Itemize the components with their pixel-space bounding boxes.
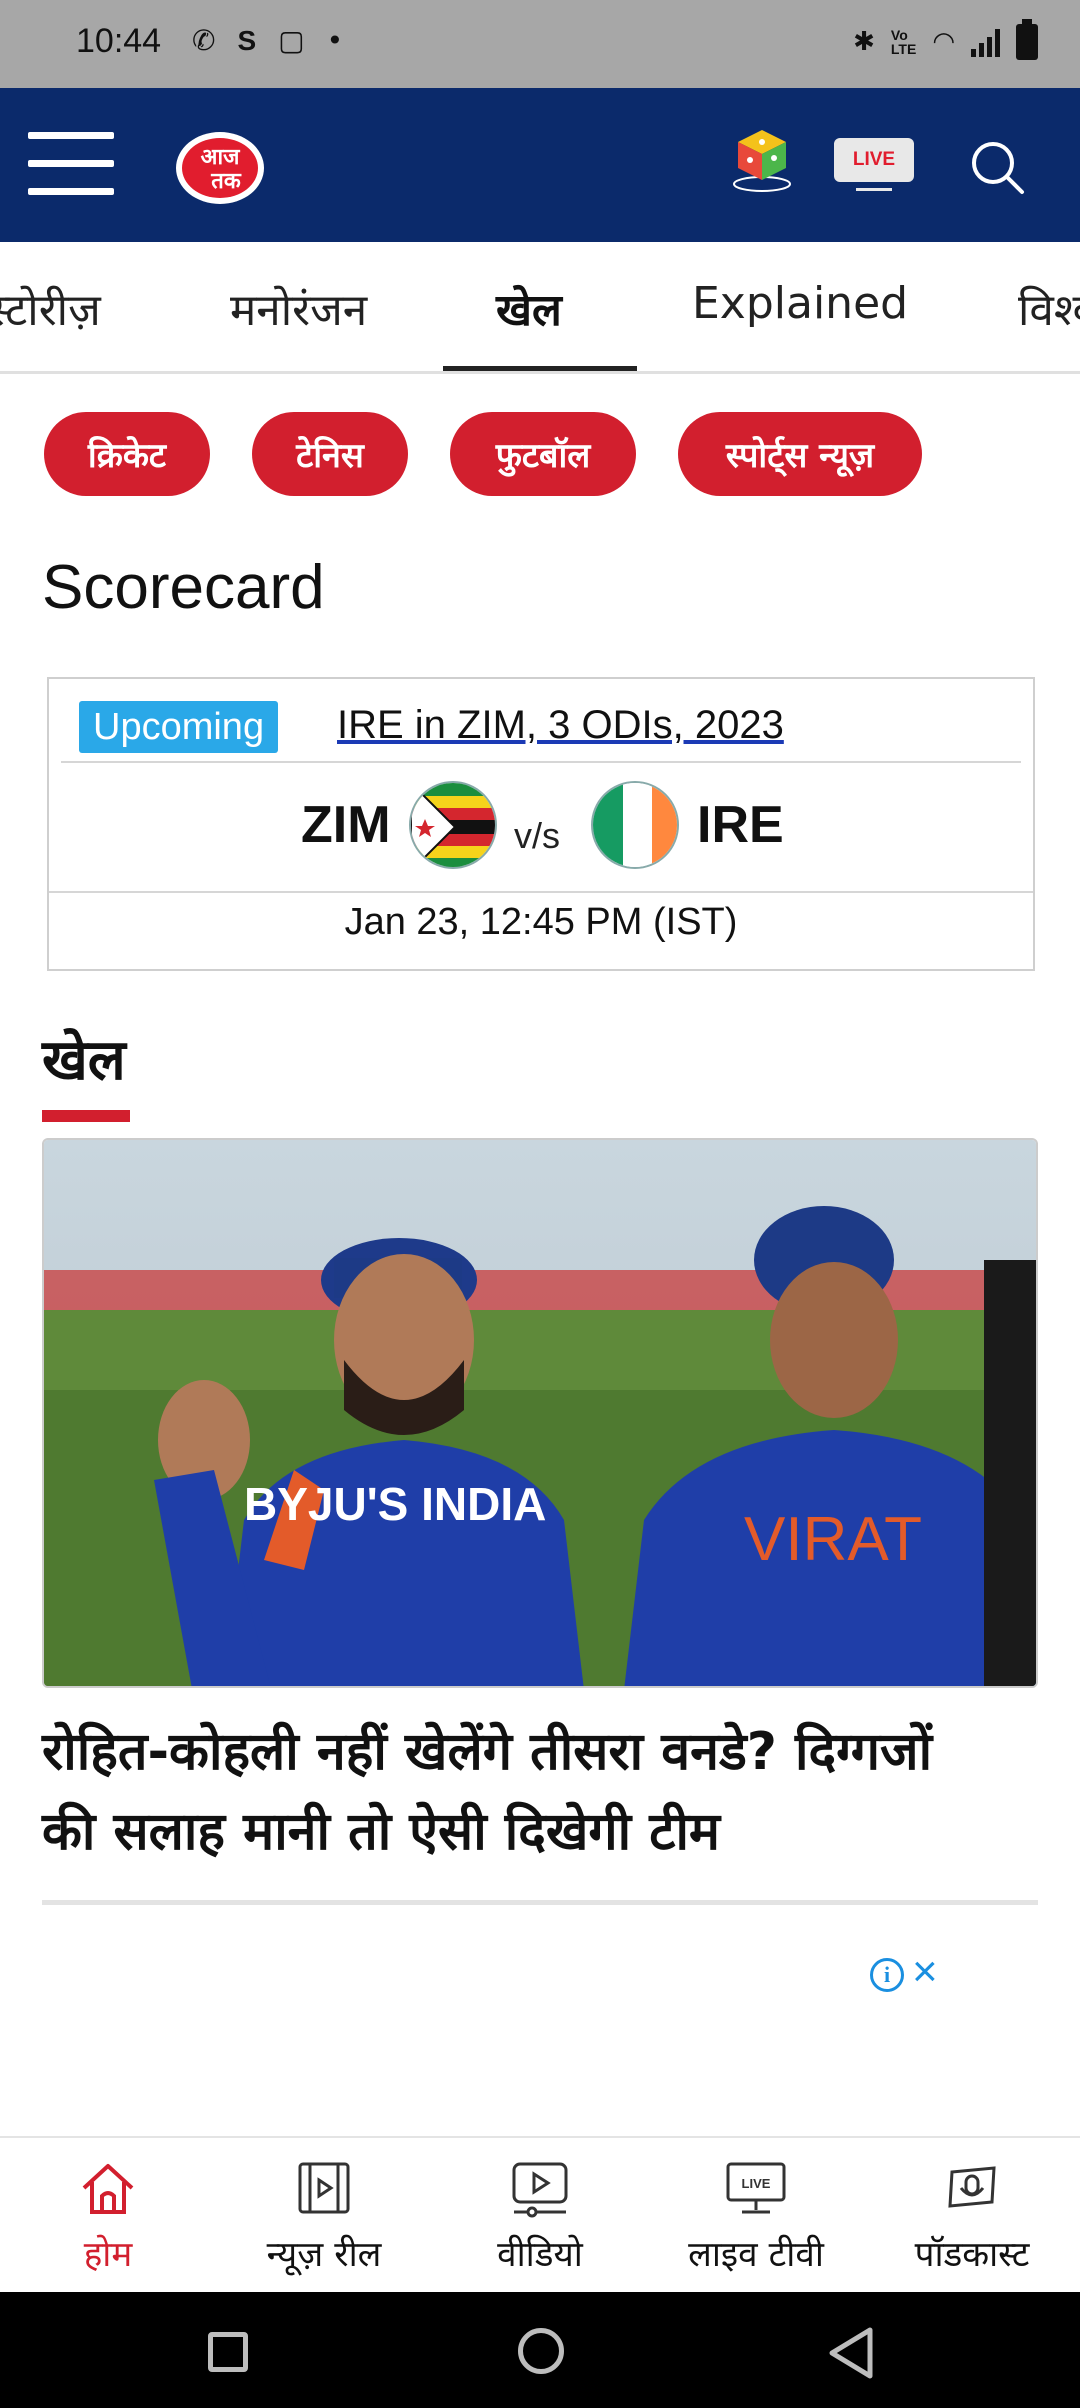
status-time: 10:44: [76, 22, 162, 60]
active-tab-indicator: [443, 366, 637, 371]
zimbabwe-flag-icon: [409, 781, 497, 869]
live-tv-icon-text: LIVE: [742, 2176, 771, 2191]
bluetooth-icon: ✱: [853, 27, 875, 57]
home-icon: [82, 2164, 134, 2214]
content-divider: [42, 1900, 1038, 1905]
tab-entertainment[interactable]: मनोरंजन: [230, 278, 367, 338]
back-icon[interactable]: [826, 2326, 876, 2380]
chat-icon: ▢: [278, 24, 305, 57]
section-title: खेल: [42, 1028, 126, 1093]
chip-cricket[interactable]: क्रिकेट: [44, 412, 210, 496]
tab-explained[interactable]: Explained: [692, 278, 908, 329]
svg-text:तक: तक: [210, 169, 242, 194]
ad-info-icon[interactable]: i: [870, 1958, 904, 1992]
chip-tennis[interactable]: टेनिस: [252, 412, 408, 496]
battery-icon: [1016, 19, 1038, 60]
versus-label: v/s: [514, 815, 561, 856]
app-header: आज तक LIVE: [0, 88, 1080, 242]
ad-close-icon[interactable]: ×: [912, 1950, 938, 1994]
app-s-icon: S: [237, 24, 257, 56]
app-screen: 10:44 ✆ S ▢ • ✱ Vo LTE ◠ आज तक LIVE रीज़…: [0, 0, 1080, 2408]
nav-home[interactable]: होम: [0, 2138, 216, 2294]
scorecard-heading: Scorecard: [42, 553, 325, 622]
series-link[interactable]: IRE in ZIM, 3 ODIs, 2023: [337, 703, 784, 748]
tab-world[interactable]: विश्व: [1018, 278, 1080, 338]
jersey-text-right: VIRAT: [744, 1505, 922, 1574]
match-datetime: Jan 23, 12:45 PM (IST): [344, 901, 738, 943]
chip-football[interactable]: फुटबॉल: [450, 412, 636, 496]
nav-live-tv[interactable]: LIVE लाइव टीवी: [648, 2138, 864, 2294]
menu-icon[interactable]: [28, 132, 114, 196]
jersey-text-left: BYJU'S INDIA: [244, 1478, 546, 1530]
story-headline[interactable]: रोहित-कोहली नहीं खेलेंगे तीसरा वनडे? दिग…: [42, 1712, 1042, 1872]
home-button-icon[interactable]: [518, 2328, 564, 2374]
bottom-navigation: होम न्यूज़ रील वीडियो LIVE लाइव टीवी पॉड…: [0, 2136, 1080, 2292]
video-icon: [512, 2162, 568, 2218]
nav-news-reel[interactable]: न्यूज़ रील: [216, 2138, 432, 2294]
nav-podcast-label: पॉडकास्ट: [914, 2235, 1030, 2275]
story-image[interactable]: BYJU'S INDIA VIRAT: [42, 1138, 1038, 1688]
aajtak-logo[interactable]: आज तक: [172, 122, 268, 208]
scorecard-card[interactable]: Upcoming IRE in ZIM, 3 ODIs, 2023 ZIM v/…: [47, 677, 1035, 971]
nav-news-reel-label: न्यूज़ रील: [266, 2235, 382, 2275]
nav-live-tv-label: लाइव टीवी: [688, 2235, 824, 2275]
nav-podcast[interactable]: पॉडकास्ट: [864, 2138, 1080, 2294]
nav-video[interactable]: वीडियो: [432, 2138, 648, 2294]
team2-name: IRE: [697, 796, 784, 854]
live-tv-button[interactable]: LIVE: [834, 130, 918, 196]
wifi-icon: ◠: [932, 27, 955, 57]
notification-icons: ✆ S ▢ •: [192, 24, 343, 57]
story-headline-line1: रोहित-कोहली नहीं खेलेंगे तीसरा वनडे? दिग…: [42, 1722, 933, 1782]
scorecard-teams: ZIM v/s IRE: [49, 765, 1033, 893]
whatsapp-icon: ✆: [192, 24, 216, 57]
reel-icon: [298, 2162, 350, 2214]
podcast-icon: [948, 2166, 996, 2208]
status-badge: Upcoming: [79, 701, 279, 753]
nav-home-label: होम: [83, 2235, 133, 2275]
status-bar: 10:44 ✆ S ▢ • ✱ Vo LTE ◠: [0, 0, 1080, 88]
nav-video-label: वीडियो: [497, 2235, 583, 2275]
story-headline-line2: की सलाह मानी तो ऐसी दिखेगी टीम: [42, 1802, 721, 1862]
scorecard-top-row: Upcoming IRE in ZIM, 3 ODIs, 2023: [61, 679, 1021, 763]
live-tv-icon: LIVE: [726, 2162, 786, 2214]
dice-game-icon[interactable]: [728, 124, 796, 194]
volte-icon: Vo LTE: [890, 27, 917, 57]
category-tabs: स्टोरीज़ मनोरंजन खेल Explained विश्व: [0, 242, 1080, 374]
live-badge: LIVE: [834, 138, 914, 182]
chip-sports-news[interactable]: स्पोर्ट्स न्यूज़: [678, 412, 922, 496]
tab-sports[interactable]: खेल: [496, 278, 562, 338]
system-status-icons: ✱ Vo LTE ◠: [853, 19, 1038, 60]
tab-stories[interactable]: स्टोरीज़: [0, 278, 101, 338]
dot-icon: •: [326, 24, 344, 57]
section-title-underline: [42, 1110, 130, 1122]
signal-icon: [971, 27, 1000, 57]
ireland-flag-icon: [591, 781, 679, 869]
svg-text:आज: आज: [201, 145, 241, 170]
team1-name: ZIM: [301, 796, 391, 854]
recent-apps-icon[interactable]: [208, 2332, 248, 2372]
search-icon[interactable]: [968, 138, 1028, 198]
live-tv-stand: [856, 188, 892, 191]
system-navigation-bar: [0, 2292, 1080, 2408]
